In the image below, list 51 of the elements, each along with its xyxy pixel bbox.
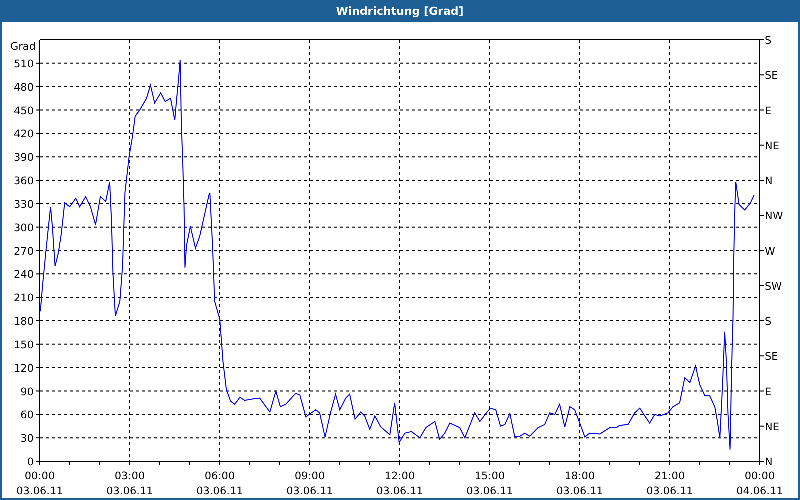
time-tick-label: 18:00 xyxy=(564,470,596,482)
y-tick-label: 60 xyxy=(20,410,34,422)
time-tick-label: 06:00 xyxy=(204,470,236,482)
window-title: Windrichtung [Grad] xyxy=(336,4,464,18)
time-tick-label: 12:00 xyxy=(384,470,416,482)
time-tick-label: 15:00 xyxy=(474,470,506,482)
y-tick-label: 180 xyxy=(14,316,34,328)
time-tick-label: 21:00 xyxy=(654,470,686,482)
compass-tick-label: S xyxy=(765,316,772,328)
y-tick-label: 330 xyxy=(14,198,34,211)
y-tick-label: 240 xyxy=(14,269,34,282)
date-tick-label: 03.06.11 xyxy=(466,486,514,498)
compass-tick-label: SE xyxy=(765,351,778,364)
y-tick-label: 420 xyxy=(14,128,34,141)
date-tick-label: 03.06.11 xyxy=(646,486,694,498)
y-tick-label: 360 xyxy=(14,176,34,188)
compass-tick-label: NE xyxy=(765,140,780,152)
compass-tick-label: E xyxy=(765,386,772,398)
compass-tick-label: N xyxy=(765,176,773,188)
compass-tick-label: SE xyxy=(765,70,778,82)
time-tick-label: 03:00 xyxy=(114,470,146,482)
compass-tick-label: E xyxy=(765,105,772,118)
y-tick-label: 0 xyxy=(27,456,34,468)
y-tick-label: 300 xyxy=(14,222,34,234)
compass-tick-label: NE xyxy=(765,421,780,434)
date-tick-label: 04.06.11 xyxy=(736,486,784,498)
date-tick-label: 03.06.11 xyxy=(556,486,604,498)
date-tick-label: 03.06.11 xyxy=(16,486,64,498)
compass-tick-label: SW xyxy=(765,280,782,293)
date-tick-label: 03.06.11 xyxy=(286,486,334,498)
date-tick-label: 03.06.11 xyxy=(106,486,154,498)
y-tick-label: 390 xyxy=(14,152,34,164)
y-tick-label: 150 xyxy=(14,339,34,352)
time-tick-label: 00:00 xyxy=(744,470,776,482)
date-tick-label: 03.06.11 xyxy=(376,486,424,498)
time-tick-label: 09:00 xyxy=(294,470,326,482)
y-tick-label: 30 xyxy=(20,433,34,446)
y-axis-title: Grad xyxy=(10,41,36,53)
y-tick-label: 210 xyxy=(14,292,34,305)
y-tick-label: 270 xyxy=(14,246,34,258)
compass-tick-label: W xyxy=(765,246,776,258)
date-tick-label: 03.06.11 xyxy=(196,486,244,498)
y-tick-label: 120 xyxy=(14,362,34,375)
compass-tick-label: N xyxy=(765,456,773,468)
y-tick-label: 480 xyxy=(14,82,34,94)
y-tick-label: 90 xyxy=(20,386,34,398)
time-tick-label: 00:00 xyxy=(24,470,56,482)
y-tick-label: 510 xyxy=(14,58,34,70)
compass-tick-label: NW xyxy=(765,210,784,223)
y-tick-label: 450 xyxy=(14,105,34,118)
compass-tick-label: S xyxy=(765,35,772,47)
